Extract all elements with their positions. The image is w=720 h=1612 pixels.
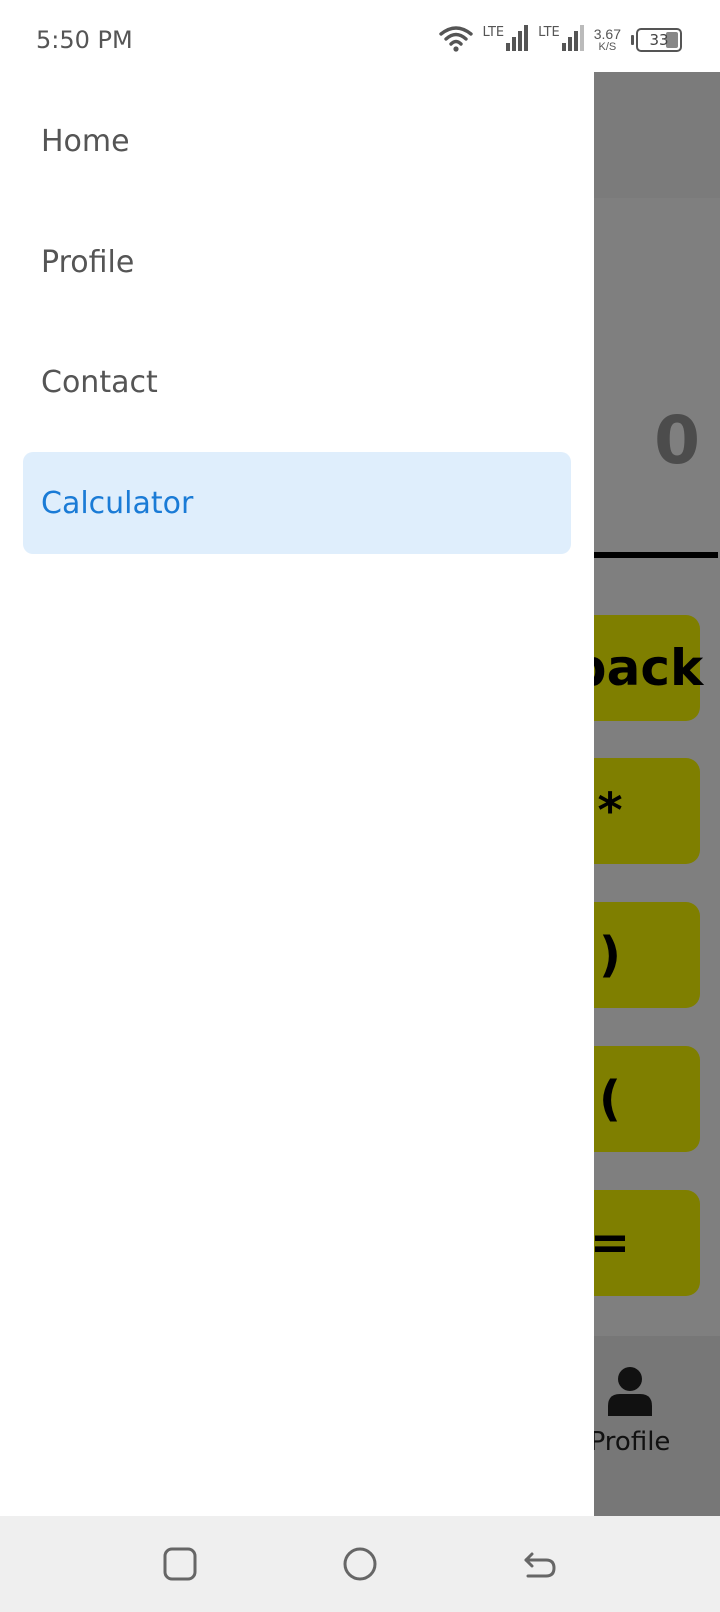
battery-nub bbox=[631, 35, 634, 45]
status-time: 5:50 PM bbox=[36, 26, 133, 54]
navigation-drawer: Home Profile Contact Calculator bbox=[0, 72, 594, 1516]
status-bar: 5:50 PM LTE LTE 3.67 K/S 33 bbox=[0, 0, 720, 72]
sim1-label: LTE bbox=[482, 24, 505, 40]
system-nav-bar bbox=[0, 1516, 720, 1612]
network-speed-value: 3.67 bbox=[593, 26, 621, 42]
signal-icon bbox=[506, 24, 529, 56]
recent-apps-icon[interactable] bbox=[158, 1542, 202, 1586]
back-icon[interactable] bbox=[518, 1542, 562, 1586]
network-speed-unit: K/S bbox=[598, 41, 617, 53]
home-circle-icon[interactable] bbox=[338, 1542, 382, 1586]
drawer-item-calculator[interactable]: Calculator bbox=[23, 452, 571, 554]
sim2-label: LTE bbox=[538, 24, 560, 40]
status-icons: LTE LTE 3.67 K/S 33 bbox=[438, 22, 682, 58]
signal-icon bbox=[561, 24, 584, 56]
drawer-item-profile[interactable]: Profile bbox=[23, 211, 571, 313]
drawer-item-contact[interactable]: Contact bbox=[23, 331, 571, 433]
drawer-item-home[interactable]: Home bbox=[23, 90, 571, 192]
battery-level: 33 bbox=[649, 31, 669, 49]
network-speed: 3.67 K/S bbox=[594, 27, 621, 53]
wifi-icon bbox=[438, 24, 473, 57]
battery-icon: 33 bbox=[636, 28, 682, 52]
